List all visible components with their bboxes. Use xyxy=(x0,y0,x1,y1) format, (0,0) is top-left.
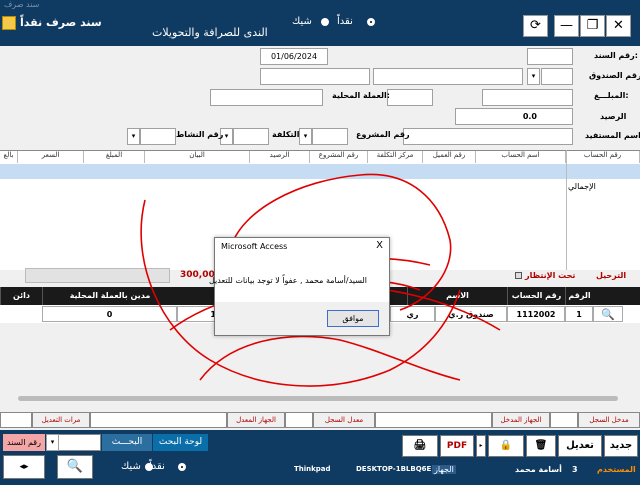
check-radio-bottom[interactable] xyxy=(145,463,153,471)
dialog-message: السيد/أسامة محمد , عفواً لا توجد بيانات … xyxy=(208,276,367,285)
cash-radio-bottom[interactable] xyxy=(178,463,186,471)
dialog-title: Microsoft Access xyxy=(221,242,288,251)
pdf-icon[interactable]: PDF xyxy=(440,435,474,457)
device-label: الجهاز xyxy=(432,465,456,474)
device-model: Thinkpad xyxy=(294,465,331,473)
dialog-footer: موافق xyxy=(215,302,389,335)
lock-icon[interactable]: 🔒 xyxy=(488,435,524,457)
search-button[interactable]: 🔍 xyxy=(57,455,93,479)
search-board-label: لوحة البحث xyxy=(153,434,208,451)
edit-count-label: مرات التعديل xyxy=(32,412,90,428)
edit-device-label: الجهاز المعدل xyxy=(227,412,285,428)
search-label: البحـــث xyxy=(102,434,152,451)
entered-by-value xyxy=(550,412,578,428)
user-label: المستخدم xyxy=(597,465,636,474)
print-icon[interactable]: 🖨 xyxy=(402,435,438,457)
edit-count-value xyxy=(0,412,32,428)
edited-by-value xyxy=(285,412,313,428)
user-name: أسامة محمد xyxy=(515,465,562,474)
edit-device-value xyxy=(90,412,227,428)
message-dialog: Microsoft Access X السيد/أسامة محمد , عف… xyxy=(209,237,390,336)
navigate-button[interactable]: ◂▸ xyxy=(3,455,45,479)
delete-icon[interactable]: 🗑 xyxy=(526,435,556,457)
dialog-close-icon[interactable]: X xyxy=(376,240,383,251)
entry-device-value xyxy=(375,412,492,428)
search-dropdown[interactable]: ▾ xyxy=(46,434,59,451)
bottom-bar: جديد تعديل 🗑 🔒 ▸ PDF 🖨 المستخدم 3 أسامة … xyxy=(0,430,640,485)
device-name: DESKTOP-1BLBQ6E xyxy=(356,465,432,473)
user-id: 3 xyxy=(572,465,578,474)
edit-button[interactable]: تعديل xyxy=(558,435,602,457)
dialog-ok-button[interactable]: موافق xyxy=(327,310,379,327)
edited-by-label: معدل السجل xyxy=(313,412,375,428)
entry-device-label: الجهاز المدخل xyxy=(492,412,550,428)
voucher-no-label: رقم السند xyxy=(3,434,45,451)
search-input[interactable] xyxy=(57,434,101,451)
new-button[interactable]: جديد xyxy=(604,435,638,457)
check-label-bottom: شيك xyxy=(121,461,141,472)
lock-open-icon[interactable]: ▸ xyxy=(476,435,486,457)
entered-by-label: مدخل السجل xyxy=(578,412,640,428)
